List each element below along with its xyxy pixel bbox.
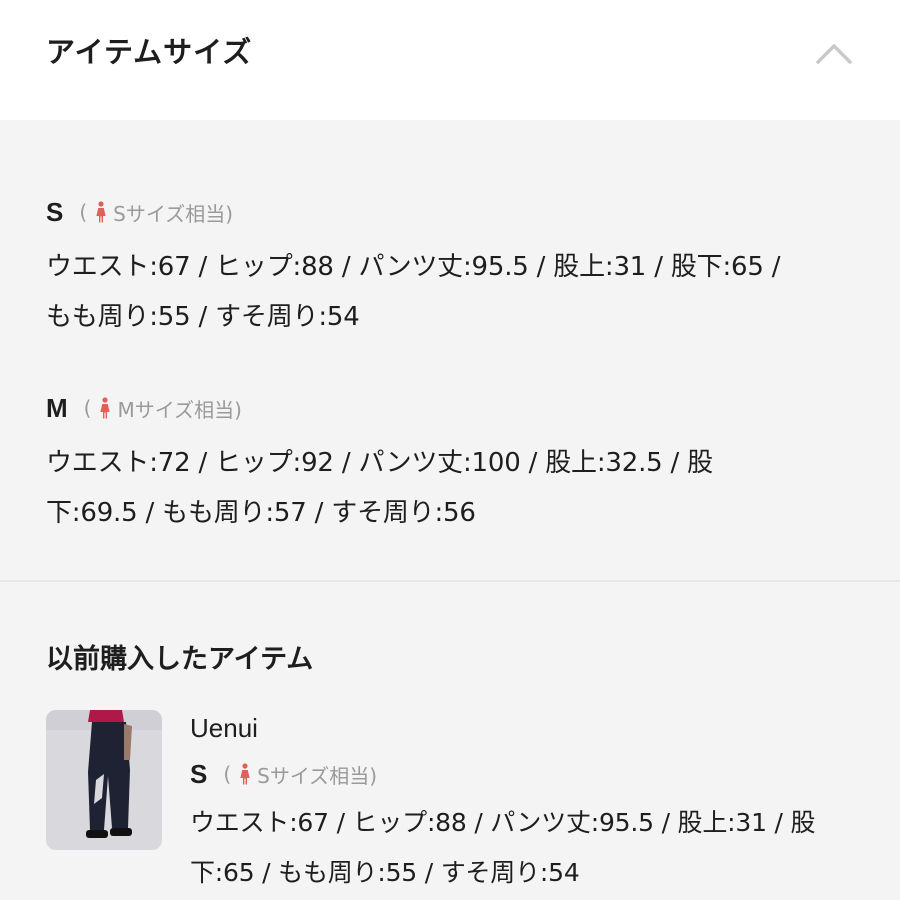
measurement-line: 下:65 / もも周り:55 / すそ周り:54 — [190, 858, 580, 887]
measurement-line: もも周り:55 / すそ周り:54 — [46, 302, 360, 332]
measurements: ウエスト:67 / ヒップ:88 / パンツ丈:95.5 / 股上:31 / 股… — [46, 242, 866, 342]
size-equivalent-note: ( Mサイズ相当) — [84, 394, 242, 423]
woman-figure-icon — [100, 397, 111, 419]
size-letter: S — [190, 758, 208, 789]
section-divider — [0, 580, 900, 582]
measurement-line: 下:69.5 / もも周り:57 / すそ周り:56 — [46, 498, 476, 528]
note-text: Sサイズ相当) — [257, 763, 378, 788]
size-section-m: M ( Mサイズ相当) ウエスト:72 / ヒップ:92 / パンツ丈:100 … — [46, 388, 866, 538]
page-title: アイテムサイズ — [46, 35, 253, 69]
size-heading: M ( Mサイズ相当) — [46, 388, 866, 428]
note-open-paren: ( — [223, 762, 232, 786]
size-heading: S ( Sサイズ相当) — [190, 754, 870, 794]
size-equivalent-note: ( Sサイズ相当) — [79, 198, 233, 227]
measurement-line: ウエスト:72 / ヒップ:92 / パンツ丈:100 / 股上:32.5 / … — [46, 448, 713, 478]
note-open-paren: ( — [83, 396, 92, 420]
woman-figure-icon — [240, 763, 250, 785]
measurements: ウエスト:67 / ヒップ:88 / パンツ丈:95.5 / 股上:31 / 股… — [190, 798, 870, 898]
previous-items-title: 以前購入したアイテム — [46, 644, 314, 675]
brand-name: Uenui — [190, 713, 258, 743]
woman-figure-icon — [96, 201, 106, 223]
size-heading: S ( Sサイズ相当) — [46, 192, 866, 232]
note-open-paren: ( — [79, 200, 88, 224]
product-thumbnail[interactable] — [46, 710, 162, 850]
item-size-header[interactable]: アイテムサイズ — [0, 0, 900, 120]
chevron-up-icon[interactable] — [808, 36, 860, 72]
measurement-line: ウエスト:67 / ヒップ:88 / パンツ丈:95.5 / 股上:31 / 股… — [46, 252, 781, 282]
measurements: ウエスト:72 / ヒップ:92 / パンツ丈:100 / 股上:32.5 / … — [46, 438, 866, 538]
size-section-s: S ( Sサイズ相当) ウエスト:67 / ヒップ:88 / パンツ丈:95.5… — [46, 192, 866, 342]
measurement-line: ウエスト:67 / ヒップ:88 / パンツ丈:95.5 / 股上:31 / 股 — [190, 808, 816, 837]
previous-item-details: Uenui S ( Sサイズ相当) ウエスト:67 / ヒップ:88 / パンツ… — [190, 708, 870, 898]
note-text: Sサイズ相当) — [113, 201, 234, 226]
note-text: Mサイズ相当) — [117, 397, 242, 422]
size-equivalent-note: ( Sサイズ相当) — [223, 760, 377, 789]
size-letter: S — [46, 196, 64, 227]
size-letter: M — [46, 392, 68, 423]
